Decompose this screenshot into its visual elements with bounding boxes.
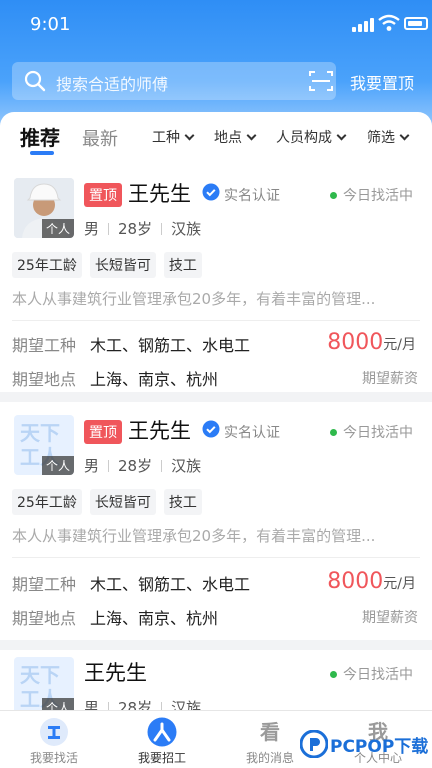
place-value: 上海、南京、杭州 (90, 370, 219, 389)
salary-label: 期望薪资 (362, 610, 418, 626)
online-dot-icon (330, 192, 337, 199)
online-status: 今日找活中 (330, 664, 413, 684)
place-label: 期望地点 (12, 370, 77, 389)
filter-composition[interactable]: 人员构成 (276, 127, 347, 147)
card-separator (0, 392, 432, 402)
scan-icon[interactable] (309, 70, 333, 92)
chevron-down-icon (399, 130, 410, 141)
salary: 8000元/月 (327, 569, 416, 594)
salary: 8000元/月 (327, 330, 416, 355)
divider (12, 557, 420, 558)
post-top-button[interactable]: 我要置顶 (350, 70, 414, 94)
worker-card[interactable]: 个人 置顶 王先生 实名认证 今日找活中 男 28岁 汉族 25年工龄 长短皆可 技工 … (0, 168, 432, 389)
online-status: 今日找活中 (330, 185, 413, 205)
chevron-down-icon (246, 130, 257, 141)
search-icon (24, 70, 46, 92)
tag: 长短皆可 (89, 489, 156, 515)
chevron-down-icon (336, 130, 347, 141)
job-label: 期望工种 (12, 575, 77, 594)
search-placeholder: 搜索合适的师傅 (56, 75, 169, 94)
filter-job-type[interactable]: 工种 (152, 127, 195, 147)
tag: 25年工龄 (12, 252, 82, 278)
messages-icon: 看 (260, 720, 280, 744)
tag: 25年工龄 (12, 489, 82, 515)
place-value: 上海、南京、杭州 (90, 609, 219, 628)
worker-meta: 男 28岁 汉族 (84, 457, 202, 475)
online-dot-icon (330, 671, 337, 678)
verified-icon (202, 420, 220, 438)
nav-find-work[interactable]: 我要找活 (0, 711, 108, 768)
search-input[interactable]: 搜索合适的师傅 (12, 62, 336, 100)
avatar: 个人 (14, 178, 74, 238)
tab-recommend[interactable]: 推荐 (20, 122, 60, 151)
online-dot-icon (330, 429, 337, 436)
salary-label: 期望薪资 (362, 371, 418, 387)
verify-label: 实名认证 (224, 425, 280, 441)
tab-latest[interactable]: 最新 (82, 125, 118, 151)
avatar: 天下工人 个人 (14, 415, 74, 475)
tag-list: 25年工龄 长短皆可 技工 (12, 252, 210, 278)
worker-meta: 男 28岁 汉族 (84, 220, 202, 238)
chevron-down-icon (184, 130, 195, 141)
job-label: 期望工种 (12, 336, 77, 355)
verify-label: 实名认证 (224, 188, 280, 204)
site-watermark: PCPOP下载 (300, 726, 430, 762)
worker-card[interactable]: 天下工人 个人 置顶 王先生 实名认证 今日找活中 男 28岁 汉族 25年工龄 长短… (0, 405, 432, 637)
status-bar: 9:01 (0, 0, 432, 50)
job-value: 木工、钢筋工、水电工 (90, 336, 251, 355)
active-tab-indicator (30, 151, 54, 155)
tag: 长短皆可 (89, 252, 156, 278)
description: 本人从事建筑行业管理承包20多年，有着丰富的管理... (12, 527, 376, 545)
hire-icon (147, 717, 177, 747)
filter-location[interactable]: 地点 (214, 127, 257, 147)
worker-name: 王先生 (84, 661, 147, 685)
worker-name: 王先生 (128, 419, 191, 443)
top-badge: 置顶 (84, 183, 122, 207)
signal-icon (352, 18, 374, 32)
tag-list: 25年工龄 长短皆可 技工 (12, 489, 210, 515)
nav-hire[interactable]: 我要招工 (108, 711, 216, 768)
wifi-icon (378, 14, 400, 31)
online-status: 今日找活中 (330, 422, 413, 442)
divider (12, 320, 420, 321)
find-work-icon (40, 718, 68, 746)
worker-meta: 男 28岁 汉族 (84, 697, 201, 710)
description: 本人从事建筑行业管理承包20多年，有着丰富的管理... (12, 290, 376, 308)
worker-name: 王先生 (128, 182, 191, 206)
pcpop-logo-icon (300, 730, 328, 758)
verified-icon (202, 183, 220, 201)
filter-more[interactable]: 筛选 (367, 127, 410, 147)
top-badge: 置顶 (84, 420, 122, 444)
avatar: 天下工人 个人 (14, 657, 74, 710)
tag: 技工 (163, 489, 202, 515)
worker-card[interactable]: 天下工人 个人 王先生 今日找活中 男 28岁 汉族 (0, 647, 432, 710)
status-time: 9:01 (30, 14, 71, 35)
battery-icon (404, 17, 428, 30)
place-label: 期望地点 (12, 609, 77, 628)
svg-text:看: 看 (260, 720, 280, 744)
tag: 技工 (163, 252, 202, 278)
job-value: 木工、钢筋工、水电工 (90, 575, 251, 594)
